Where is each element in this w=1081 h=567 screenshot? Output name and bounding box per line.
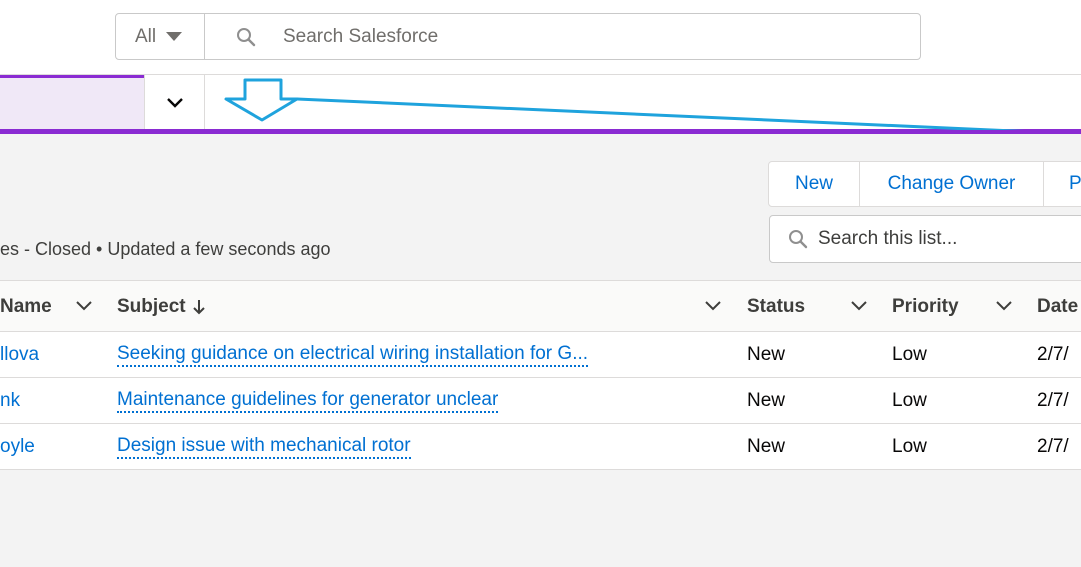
sort-arrow-down-icon — [192, 299, 205, 314]
column-header-label: Name — [0, 295, 52, 317]
list-search-input[interactable]: Search this list... — [769, 215, 1081, 263]
chevron-down-icon[interactable] — [704, 299, 722, 313]
column-header-label: Subject — [117, 295, 186, 317]
status-value: New — [747, 435, 786, 457]
table-row: oyle Design issue with mechanical rotor … — [0, 424, 1081, 470]
list-subtitle: es - Closed • Updated a few seconds ago — [0, 239, 331, 259]
status-value: New — [747, 389, 786, 411]
contact-name-link[interactable]: llova — [0, 344, 39, 366]
new-button[interactable]: New — [768, 161, 860, 207]
global-search-placeholder: Search Salesforce — [283, 25, 439, 47]
chevron-down-icon[interactable] — [995, 299, 1013, 313]
column-header-label: Priority — [892, 295, 959, 317]
column-header-name[interactable]: Name — [0, 281, 52, 332]
nav-active-underline — [0, 129, 1081, 134]
column-header-subject[interactable]: Subject — [117, 281, 205, 332]
table-row: nk Maintenance guidelines for generator … — [0, 378, 1081, 424]
global-search-input[interactable]: Search Salesforce — [205, 14, 920, 59]
table-header-row: Name Subject Status Priority Date — [0, 281, 1081, 332]
search-scope-dropdown[interactable]: All — [116, 14, 205, 59]
date-value: 2/7/ — [1037, 389, 1069, 411]
contact-name-link[interactable]: nk — [0, 390, 20, 412]
search-icon — [237, 27, 256, 46]
column-header-status[interactable]: Status — [747, 281, 805, 332]
change-owner-button[interactable]: Change Owner — [859, 161, 1044, 207]
chevron-down-icon[interactable] — [75, 299, 93, 313]
column-header-label: Date — [1037, 295, 1079, 317]
search-icon — [789, 230, 808, 249]
column-header-label: Status — [747, 295, 806, 317]
date-value: 2/7/ — [1037, 343, 1069, 365]
list-search-placeholder: Search this list... — [818, 228, 958, 249]
global-search-bar: All Search Salesforce — [115, 13, 921, 60]
column-header-priority[interactable]: Priority — [892, 281, 959, 332]
caret-down-icon — [166, 32, 183, 41]
list-action-buttons: New Change Owner P — [768, 161, 1081, 207]
chevron-down-icon — [166, 98, 183, 108]
global-header: All Search Salesforce — [0, 0, 1081, 74]
case-subject-link[interactable]: Maintenance guidelines for generator unc… — [117, 389, 499, 413]
contact-name-link[interactable]: oyle — [0, 436, 35, 458]
chevron-down-icon[interactable] — [850, 299, 868, 313]
nav-overflow-button[interactable] — [144, 75, 205, 131]
column-header-date[interactable]: Date — [1037, 281, 1078, 332]
priority-value: Low — [892, 389, 927, 411]
more-action-button[interactable]: P — [1043, 161, 1081, 207]
case-subject-link[interactable]: Seeking guidance on electrical wiring in… — [117, 343, 589, 367]
priority-value: Low — [892, 435, 927, 457]
cases-table: Name Subject Status Priority Date llova … — [0, 280, 1081, 470]
date-value: 2/7/ — [1037, 435, 1069, 457]
search-scope-label: All — [135, 25, 157, 47]
navigation-bar — [0, 74, 1081, 134]
nav-tab-active[interactable] — [0, 75, 144, 131]
status-value: New — [747, 343, 786, 365]
case-subject-link[interactable]: Design issue with mechanical rotor — [117, 435, 411, 459]
priority-value: Low — [892, 343, 927, 365]
table-row: llova Seeking guidance on electrical wir… — [0, 332, 1081, 378]
